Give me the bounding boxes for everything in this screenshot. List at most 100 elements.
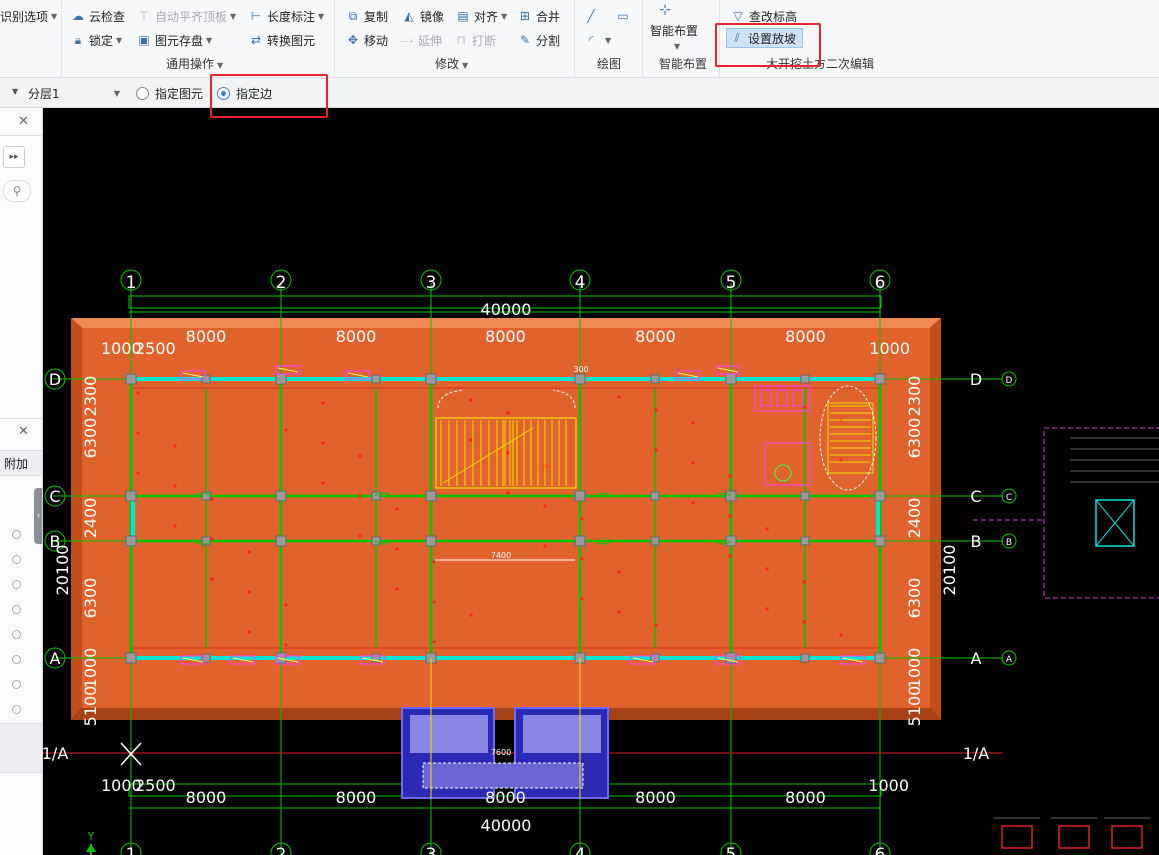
group-label-smart: 智能布置	[659, 57, 708, 71]
rebar-point	[765, 567, 769, 571]
radio-dot-selected	[217, 87, 230, 100]
set-slope-button[interactable]: ⫽ 设置放坡	[726, 28, 804, 48]
rebar-point	[506, 491, 510, 495]
column	[574, 373, 586, 385]
smart-layout-icon-button[interactable]: ⊹	[657, 0, 676, 20]
ucs-y-label: Y	[87, 830, 95, 843]
floor-plan-drawing[interactable]: 112233445566D D DC C CB B BA A A1/A 1/A4000040000…	[43, 108, 1159, 855]
mirror-button[interactable]: ◭ 镜像	[401, 6, 444, 26]
axis-label-right: A	[971, 649, 982, 668]
column	[425, 535, 437, 547]
column	[800, 653, 810, 663]
list-item-radio[interactable]	[12, 655, 21, 664]
rebar-point	[839, 458, 843, 462]
caret-down-icon: ▼	[605, 35, 612, 45]
rebar-point	[395, 547, 399, 551]
search-icon[interactable]: ⚲	[3, 180, 31, 202]
column	[574, 535, 586, 547]
foundation-slab	[82, 328, 930, 708]
axis-label-top: 3	[426, 273, 437, 293]
expand-icon[interactable]: ▸▸	[3, 146, 25, 168]
lock-button[interactable]: 🔒︎ 锁定 ▼	[70, 30, 122, 50]
extend-icon: ⤏	[400, 33, 414, 47]
slab-bevel-right	[930, 318, 941, 720]
rebar-point	[247, 590, 251, 594]
close-icon[interactable]: ✕	[18, 424, 29, 439]
axis-label-right: C	[970, 487, 981, 506]
rebar-point	[543, 544, 547, 548]
break-button[interactable]: ⊓ 打断	[453, 30, 496, 50]
recognize-options-button[interactable]: 识别选项 ▼	[0, 6, 57, 26]
dimension-icon: ⊢	[250, 9, 262, 23]
rebar-point	[173, 484, 177, 488]
rebar-point	[654, 623, 658, 627]
radio-specify-element[interactable]: 指定图元	[136, 85, 203, 102]
column	[650, 536, 660, 546]
axis-label-bottom: 3	[426, 845, 437, 855]
cad-canvas[interactable]: 1 1 2 2 3 3 4 4 5 5 6 6 D D D C C C B B B A A A 1/A 1/A 40000 40000…	[43, 108, 1159, 855]
list-item-radio[interactable]	[12, 555, 21, 564]
dropdown-caret-icon[interactable]: ▼	[12, 87, 18, 96]
rebar-point	[395, 587, 399, 591]
draw-rect-button[interactable]: ▭	[615, 6, 634, 26]
collapse-handle[interactable]: ‹	[34, 488, 42, 544]
list-item-radio[interactable]	[12, 680, 21, 689]
left-panel: ✕ ▸▸ ⚲ ✕ 附加 ‹	[0, 108, 43, 855]
radio-specify-edge[interactable]: 指定边	[217, 85, 272, 102]
dim-total-bottom: 40000	[481, 816, 532, 835]
rebar-point	[617, 395, 621, 399]
save-icon: ▣	[138, 33, 150, 47]
arc-icon: ◜	[588, 33, 594, 47]
entry-inner	[410, 715, 488, 753]
list-item-radio[interactable]	[12, 605, 21, 614]
caret-down-icon: ▼	[318, 11, 325, 21]
attach-tab[interactable]: 附加	[0, 450, 42, 476]
draw-arc-button[interactable]: ◜ ▼	[583, 30, 611, 50]
element-save-button[interactable]: ▣ 图元存盘 ▼	[136, 30, 212, 50]
list-item-radio[interactable]	[12, 530, 21, 539]
ribbon-toolbar: 识别选项 ▼ ☁ 云检查 ⊤ 自动平齐顶板 ▼ ⊢ 长度标注 ▼ 🔒︎ 锁定 ▼ ▣ 图元存盘 ▼ …	[0, 0, 1159, 78]
copy-button[interactable]: ⧉ 复制	[345, 6, 388, 26]
rebar-point	[173, 444, 177, 448]
column	[275, 652, 287, 664]
axis-label-right: D	[970, 370, 982, 389]
split-button[interactable]: ✎ 分割	[517, 30, 560, 50]
length-dim-button[interactable]: ⊢ 长度标注 ▼	[248, 6, 324, 26]
caret-down-icon: ▼	[501, 11, 508, 21]
check-elevation-button[interactable]: ▽ 查改标高	[730, 6, 797, 26]
column	[275, 490, 287, 502]
dim-left-vertical: 2300	[81, 376, 100, 417]
rebar-point	[728, 554, 732, 558]
draw-line-button[interactable]: ╱	[583, 6, 602, 26]
column	[800, 491, 810, 501]
rebar-point	[432, 560, 436, 564]
merge-button[interactable]: ⊞ 合并	[517, 6, 560, 26]
close-icon[interactable]: ✕	[18, 114, 29, 129]
align-button[interactable]: ▤ 对齐 ▼	[455, 6, 507, 26]
rebar-point	[210, 577, 214, 581]
caret-down-icon: ▼	[674, 41, 681, 51]
rebar-point	[284, 603, 288, 607]
list-item-radio[interactable]	[12, 630, 21, 639]
rebar-point	[802, 620, 806, 624]
extend-button[interactable]: ⤏ 延伸	[399, 30, 442, 50]
list-item-radio[interactable]	[12, 580, 21, 589]
axis-label-1a: 1/A	[43, 744, 68, 763]
move-button[interactable]: ✥ 移动	[345, 30, 388, 50]
convert-element-button[interactable]: ⇄ 转换图元	[248, 30, 315, 50]
radio-dot	[136, 87, 149, 100]
layer-select[interactable]: 分层1 ▼	[24, 83, 124, 103]
cloud-check-button[interactable]: ☁ 云检查	[70, 6, 125, 26]
dim-left-vertical: 6300	[81, 578, 100, 619]
ucs-y-arrow	[86, 844, 96, 852]
smart-layout-caret[interactable]: ▼	[671, 36, 680, 56]
smart-layout-icon: ⊹	[659, 2, 671, 18]
auto-flush-button[interactable]: ⊤ 自动平齐顶板 ▼	[136, 6, 236, 26]
list-item-radio[interactable]	[12, 705, 21, 714]
rebar-point	[358, 534, 362, 538]
dim-total-top: 40000	[481, 300, 532, 319]
rebar-point	[691, 501, 695, 505]
column	[425, 490, 437, 502]
axis-label-bottom: 5	[726, 845, 737, 855]
column	[874, 652, 886, 664]
